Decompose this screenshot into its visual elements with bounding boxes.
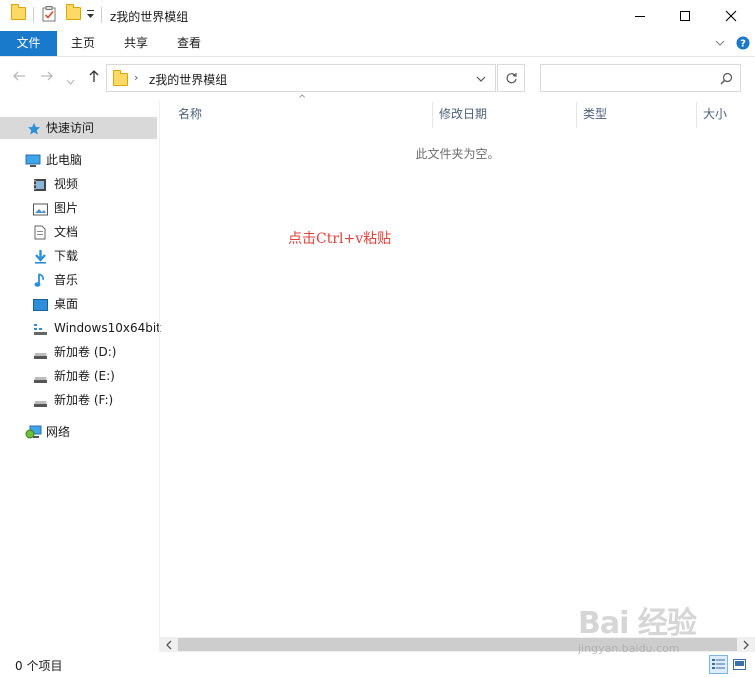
- chevron-down-icon[interactable]: [475, 73, 487, 87]
- window-title: z我的世界模组: [110, 10, 189, 24]
- refresh-button[interactable]: [497, 64, 525, 92]
- network-drive-icon: [33, 321, 48, 335]
- navigation-pane: 快速访问 此电脑 视频 图片 文档 下载 音乐 桌面 Windows10x64b…: [0, 100, 161, 652]
- sidebar-item-label: 下载: [54, 249, 79, 263]
- customize-toolbar-icon[interactable]: [86, 8, 95, 23]
- sidebar-item-label: 图片: [54, 201, 79, 215]
- item-count: 0 个项目: [15, 659, 63, 673]
- scroll-right-icon[interactable]: [742, 639, 750, 653]
- tab-view[interactable]: 查看: [168, 31, 210, 56]
- video-icon: [33, 177, 48, 191]
- minimize-button[interactable]: [617, 0, 663, 31]
- address-bar[interactable]: › z我的世界模组: [106, 64, 496, 92]
- navigation-bar: › z我的世界模组: [0, 57, 755, 100]
- drive-icon: [33, 393, 48, 407]
- column-header-type[interactable]: 类型: [583, 100, 607, 128]
- sidebar-item-label: 音乐: [54, 273, 79, 287]
- watermark-url: jingyan.baidu.com: [578, 642, 680, 655]
- title-separator: [101, 7, 102, 23]
- annotation-text: 点击Ctrl+v粘贴: [288, 231, 392, 247]
- large-icons-view-icon: [733, 659, 746, 670]
- refresh-icon: [505, 72, 517, 83]
- forward-arrow-icon[interactable]: [40, 69, 54, 87]
- search-input[interactable]: [540, 64, 741, 92]
- column-header-size[interactable]: 大小: [703, 100, 727, 128]
- maximize-button[interactable]: [662, 0, 708, 31]
- sidebar-item-label: Windows10x64bit: [54, 321, 161, 335]
- baidu-jingyan-watermark: Bai 经验 jingyan.baidu.com: [578, 598, 728, 658]
- large-icons-view-button[interactable]: [730, 655, 749, 674]
- document-icon: [34, 225, 49, 240]
- close-button[interactable]: [708, 0, 754, 31]
- download-icon: [33, 249, 48, 264]
- up-arrow-icon[interactable]: [87, 69, 101, 87]
- watermark-logo: Bai 经验: [578, 606, 697, 641]
- expand-ribbon-icon[interactable]: [714, 37, 726, 52]
- scroll-left-icon[interactable]: [165, 639, 173, 653]
- empty-folder-message: 此文件夹为空。: [415, 147, 500, 161]
- folder-icon: [11, 4, 26, 20]
- ribbon-tab-bar: 文件 主页 共享 查看 ?: [0, 31, 755, 57]
- drive-icon: [33, 345, 48, 359]
- sidebar-item-label: 新加卷 (E:): [54, 369, 115, 383]
- chevron-right-icon[interactable]: ›: [134, 71, 138, 84]
- pictures-icon: [33, 201, 48, 216]
- column-divider[interactable]: [576, 102, 577, 128]
- search-icon[interactable]: [720, 72, 733, 88]
- column-header-date-modified[interactable]: 修改日期: [439, 100, 487, 128]
- back-arrow-icon[interactable]: [12, 69, 26, 87]
- network-icon: [25, 425, 42, 439]
- svg-text:?: ?: [740, 39, 746, 50]
- file-explorer-window: z我的世界模组 文件 主页 共享 查看 ? › z我的世界模组 快速访问 此电脑…: [0, 0, 755, 677]
- sidebar-item-label: 新加卷 (D:): [54, 345, 117, 359]
- sort-ascending-icon: ^: [298, 94, 307, 105]
- sidebar-item-quick-access[interactable]: 快速访问: [0, 117, 157, 139]
- music-icon: [34, 273, 49, 287]
- recent-locations-icon[interactable]: [66, 72, 75, 90]
- title-separator: [33, 7, 34, 23]
- details-view-icon: [712, 659, 725, 669]
- computer-icon: [25, 153, 41, 167]
- sidebar-item-label: 快速访问: [46, 121, 95, 135]
- address-path-segment[interactable]: z我的世界模组: [149, 71, 227, 88]
- sidebar-item-label: 桌面: [54, 297, 79, 311]
- sidebar-item-label: 此电脑: [46, 153, 83, 167]
- title-bar: z我的世界模组: [0, 0, 755, 31]
- tab-share[interactable]: 共享: [115, 31, 157, 56]
- drive-icon: [33, 369, 48, 383]
- sidebar-item-label: 新加卷 (F:): [54, 393, 114, 407]
- column-divider[interactable]: [432, 102, 433, 128]
- column-header-name[interactable]: 名称: [178, 100, 202, 128]
- star-icon: [27, 121, 42, 135]
- sidebar-item-label: 视频: [54, 177, 79, 191]
- properties-icon[interactable]: [42, 6, 57, 25]
- sidebar-item-label: 文档: [54, 225, 79, 239]
- new-folder-icon[interactable]: [66, 4, 81, 20]
- desktop-icon: [33, 297, 48, 311]
- file-list[interactable]: ^ 名称 修改日期 类型 大小 此文件夹为空。 点击Ctrl+v粘贴: [160, 94, 755, 652]
- tab-home[interactable]: 主页: [62, 31, 104, 56]
- sidebar-item-label: 网络: [46, 425, 71, 439]
- help-icon[interactable]: ?: [736, 36, 750, 53]
- folder-icon: [113, 70, 128, 86]
- column-divider[interactable]: [696, 102, 697, 128]
- tab-file[interactable]: 文件: [0, 31, 57, 56]
